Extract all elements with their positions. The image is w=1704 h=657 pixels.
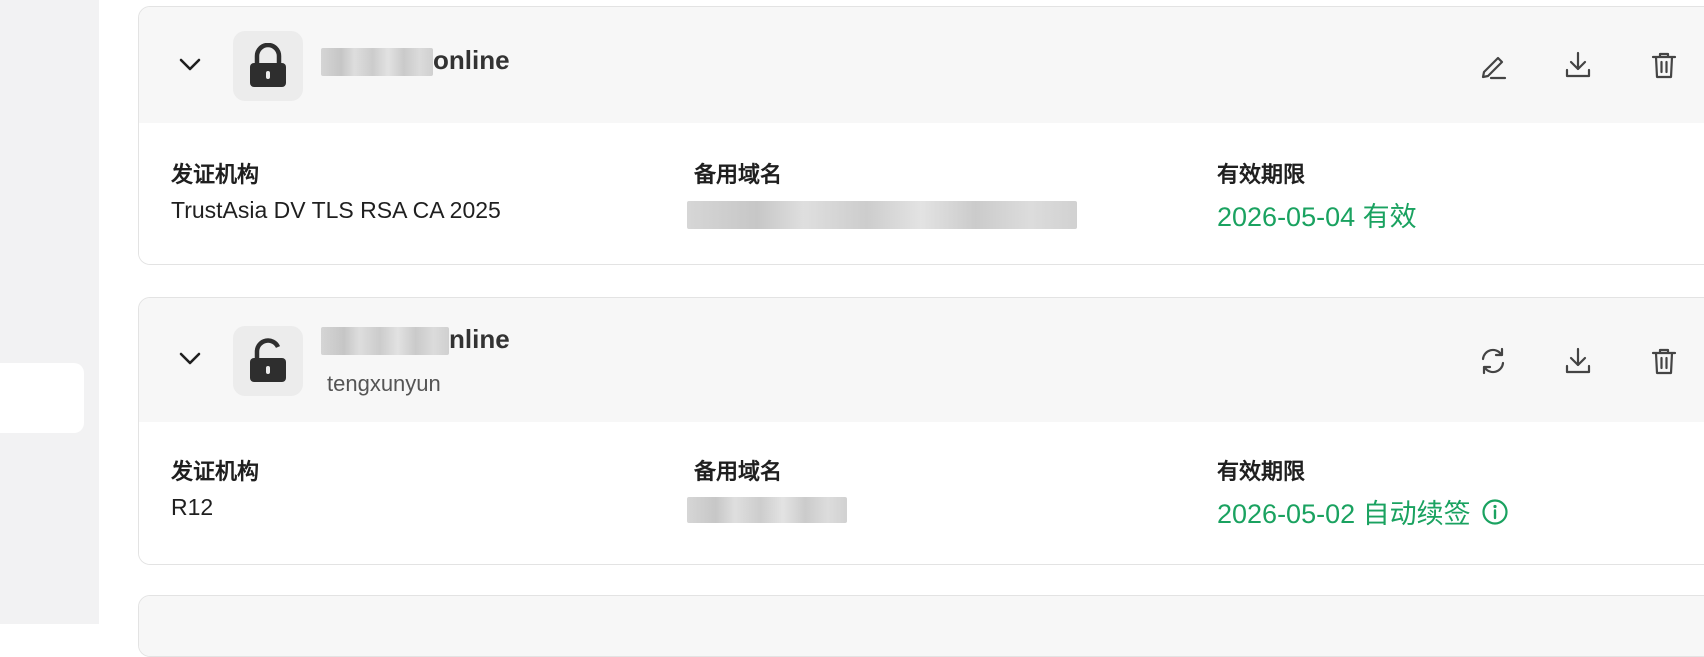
- issuer-label: 发证机构: [171, 162, 260, 187]
- redacted-alt-domain: [687, 497, 847, 523]
- expiry-text: 2026-05-02 自动续签: [1217, 499, 1471, 529]
- certificate-domain: online: [321, 45, 510, 77]
- certificate-provider: tengxunyun: [327, 371, 441, 396]
- certificate-card-header[interactable]: nline tengxunyun: [139, 298, 1704, 422]
- expiry-label: 有效期限: [1217, 459, 1306, 484]
- certificate-card: online 发证机构 TrustAsia DV TLS RSA CA 2025…: [138, 6, 1704, 265]
- redacted-domain: [321, 327, 449, 356]
- redacted-domain: [321, 48, 433, 77]
- alt-domain-label: 备用域名: [694, 459, 783, 484]
- unlock-icon-box: [233, 326, 303, 396]
- delete-icon[interactable]: [1646, 343, 1682, 379]
- unlock-icon: [250, 338, 286, 382]
- certificate-card-header[interactable]: online: [139, 7, 1704, 123]
- certificate-card: [138, 595, 1704, 657]
- download-icon[interactable]: [1560, 47, 1596, 83]
- expiry-value: 2026-05-04 有效: [1217, 202, 1417, 232]
- sidebar: [0, 0, 99, 624]
- redacted-alt-domain: [687, 201, 1077, 229]
- lock-icon-box: [233, 31, 303, 101]
- issuer-label: 发证机构: [171, 459, 260, 484]
- delete-icon[interactable]: [1646, 47, 1682, 83]
- certificate-card-header[interactable]: [139, 596, 1704, 656]
- issuer-value: R12: [171, 494, 214, 520]
- certificate-card-body: 发证机构 R12 备用域名 有效期限 2026-05-02 自动续签: [139, 422, 1704, 564]
- sidebar-active-item[interactable]: [0, 363, 84, 433]
- info-icon[interactable]: [1481, 498, 1509, 533]
- refresh-icon[interactable]: [1475, 343, 1511, 379]
- expiry-value: 2026-05-02 自动续签: [1217, 492, 1509, 533]
- certificate-card: nline tengxunyun 发证机构 R12 备用域名 有效期限 2026…: [138, 297, 1704, 565]
- certificate-card-body: 发证机构 TrustAsia DV TLS RSA CA 2025 备用域名 有…: [139, 123, 1704, 264]
- chevron-down-icon[interactable]: [177, 346, 203, 372]
- edit-icon[interactable]: [1475, 47, 1511, 83]
- alt-domain-label: 备用域名: [694, 162, 783, 187]
- chevron-down-icon[interactable]: [177, 52, 203, 78]
- download-icon[interactable]: [1560, 343, 1596, 379]
- lock-icon: [250, 43, 286, 87]
- certificate-domain: nline: [321, 324, 510, 356]
- issuer-value: TrustAsia DV TLS RSA CA 2025: [171, 197, 501, 223]
- expiry-label: 有效期限: [1217, 162, 1306, 187]
